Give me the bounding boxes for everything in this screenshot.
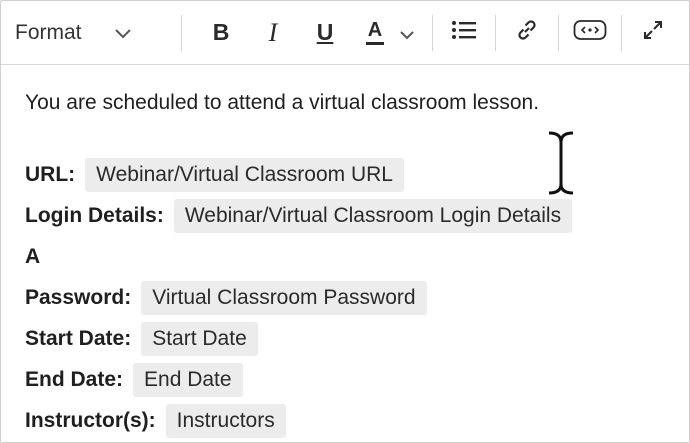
field-row-end-date: End Date: End Date bbox=[25, 362, 689, 398]
toolbar-divider bbox=[495, 14, 496, 51]
text-color-swatch bbox=[366, 42, 384, 45]
toolbar-divider bbox=[181, 14, 182, 51]
bullet-list-button[interactable] bbox=[447, 13, 481, 53]
merge-field-token[interactable]: End Date bbox=[133, 363, 243, 397]
merge-field-token[interactable]: Start Date bbox=[141, 322, 258, 356]
editor-content[interactable]: You are scheduled to attend a virtual cl… bbox=[1, 65, 689, 439]
field-row-instructors: Instructor(s): Instructors bbox=[25, 403, 689, 439]
field-label: Login Details: bbox=[25, 204, 164, 227]
link-icon bbox=[515, 18, 539, 48]
field-row-url: URL: Webinar/Virtual Classroom URL bbox=[25, 157, 689, 193]
toolbar-divider bbox=[432, 14, 433, 51]
field-label: Start Date: bbox=[25, 327, 132, 350]
link-button[interactable] bbox=[510, 13, 544, 53]
format-dropdown[interactable]: Format bbox=[15, 13, 167, 53]
bullet-list-icon bbox=[451, 19, 477, 47]
text-color-dropdown-button[interactable] bbox=[396, 13, 418, 53]
field-row-start-date: Start Date: Start Date bbox=[25, 321, 689, 357]
chevron-down-icon bbox=[399, 19, 415, 46]
rich-text-editor: Format B I U A You are scheduled to atte… bbox=[0, 0, 690, 443]
intro-text: You are scheduled to attend a virtual cl… bbox=[25, 91, 540, 114]
embed-button[interactable] bbox=[573, 13, 607, 53]
field-row-password: Password: Virtual Classroom Password bbox=[25, 280, 689, 316]
editor-toolbar: Format B I U A bbox=[1, 1, 689, 65]
text-color-label: A bbox=[367, 19, 383, 41]
toolbar-divider bbox=[621, 14, 622, 51]
expand-icon bbox=[642, 19, 664, 47]
embed-icon bbox=[573, 19, 607, 47]
field-label: Instructor(s): bbox=[25, 409, 156, 432]
toolbar-divider bbox=[558, 14, 559, 51]
field-label: End Date: bbox=[25, 368, 124, 391]
underline-button[interactable]: U bbox=[308, 13, 342, 53]
stray-text-line: A bbox=[25, 245, 41, 268]
merge-field-token[interactable]: Instructors bbox=[165, 404, 286, 438]
merge-field-token[interactable]: Virtual Classroom Password bbox=[141, 281, 427, 315]
fullscreen-button[interactable] bbox=[636, 13, 670, 53]
field-row-login-details: Login Details: Webinar/Virtual Classroom… bbox=[25, 198, 689, 234]
merge-field-token[interactable]: Webinar/Virtual Classroom Login Details bbox=[173, 199, 573, 233]
text-color-button[interactable]: A bbox=[358, 13, 392, 53]
field-label: Password: bbox=[25, 286, 132, 309]
field-label: URL: bbox=[25, 163, 76, 186]
format-dropdown-label: Format bbox=[15, 20, 82, 44]
bold-button[interactable]: B bbox=[204, 13, 238, 53]
merge-field-token[interactable]: Webinar/Virtual Classroom URL bbox=[85, 158, 404, 192]
italic-button[interactable]: I bbox=[256, 13, 290, 53]
text-cursor-icon bbox=[541, 128, 581, 198]
chevron-down-icon bbox=[114, 27, 132, 39]
